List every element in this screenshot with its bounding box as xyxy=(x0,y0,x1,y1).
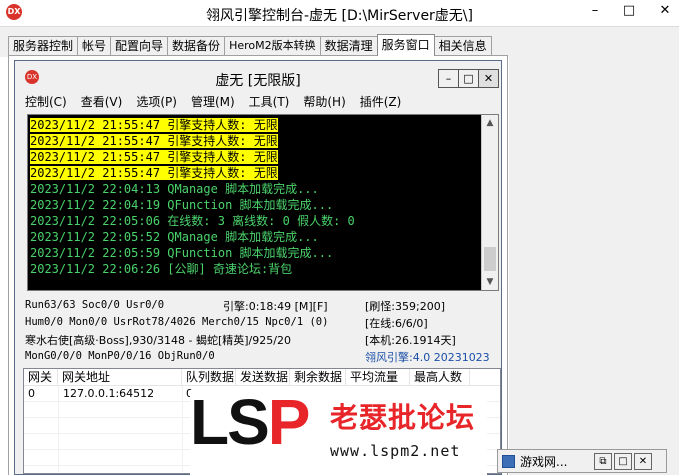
tab-accounts[interactable]: 帐号 xyxy=(77,36,112,56)
log-console[interactable]: 2023/11/2 21:55:47 引擎支持人数: 无限 2023/11/2 2… xyxy=(27,114,499,291)
window-title: 翎风引擎控制台-虚无 [D:\MirServer虚无\] xyxy=(206,8,473,24)
menu-options[interactable]: 选项(P) xyxy=(136,92,177,112)
log-line: 2023/11/2 22:05:52 QManage 脚本加载完成... xyxy=(30,229,482,245)
tab-data-backup[interactable]: 数据备份 xyxy=(167,36,226,56)
watermark-brand-ls: LS xyxy=(190,386,270,458)
cell-gateway-address: 127.0.0.1:64512 xyxy=(63,387,155,400)
cell-gateway: 0 xyxy=(28,387,35,400)
watermark-brand-p: P xyxy=(267,386,311,458)
menu-view[interactable]: 查看(V) xyxy=(81,92,123,112)
scroll-down-icon[interactable]: ▼ xyxy=(482,274,498,290)
status-engine-time: 引擎:0:18:49 [M][F] xyxy=(223,300,328,313)
log-line-text: 2023/11/2 21:55:47 引擎支持人数: 无限 xyxy=(30,166,278,180)
log-line-text: 2023/11/2 21:55:47 引擎支持人数: 无限 xyxy=(30,134,278,148)
tab-related-info[interactable]: 相关信息 xyxy=(433,36,492,56)
menu-plugins[interactable]: 插件(Z) xyxy=(360,92,402,112)
watermark-forum-name: 老瑟批论坛 xyxy=(330,401,476,434)
game-gateway-icon xyxy=(502,455,515,468)
gateway-list-header: 网关 网关地址 队列数据 发送数据 剩余数据 平均流量 最高人数 xyxy=(24,369,500,386)
scroll-up-icon[interactable]: ▲ xyxy=(482,115,498,131)
status-panel: Run63/63 Soc0/0 Usr0/0 引擎:0:18:49 [M][F]… xyxy=(25,297,495,365)
tab-config-wizard[interactable]: 配置向导 xyxy=(110,36,169,56)
log-line: 2023/11/2 22:05:59 QFunction 脚本加载完成... xyxy=(30,245,482,261)
log-line: 2023/11/2 22:05:06 在线数: 3 离线数: 0 假人数: 0 xyxy=(30,213,482,229)
menu-manage[interactable]: 管理(M) xyxy=(191,92,235,112)
log-scrollbar[interactable]: ▲ ▼ xyxy=(481,115,498,290)
minimized-game-gateway-window[interactable]: 游戏网... ⧉ □ ✕ xyxy=(497,449,667,473)
watermark-url: www.lspm2.net xyxy=(330,442,461,460)
status-hum: Hum0/0 Mon0/0 UsrRot78/4026 Merch0/15 Np… xyxy=(25,316,329,328)
log-line: 2023/11/2 22:06:26 [公聊] 奇速论坛:背包 xyxy=(30,261,482,277)
menu-bar: 控制(C) 查看(V) 选项(P) 管理(M) 工具(T) 帮助(H) 插件(Z… xyxy=(15,92,501,112)
col-gateway[interactable]: 网关 xyxy=(24,369,58,386)
close-button[interactable]: ✕ xyxy=(652,1,678,21)
watermark-brand: LSP xyxy=(190,390,310,454)
menu-tools[interactable]: 工具(T) xyxy=(249,92,290,112)
minimized-window-title: 游戏网... xyxy=(520,455,568,469)
tab-server-control[interactable]: 服务器控制 xyxy=(8,36,79,56)
status-refresh: [刷怪:359;200] xyxy=(365,300,445,313)
log-line: 2023/11/2 22:04:19 QFunction 脚本加载完成... xyxy=(30,197,482,213)
status-online: [在线:6/6/0] xyxy=(365,317,428,330)
tab-bar: 服务器控制 帐号 配置向导 数据备份 HeroM2版本转换 数据清理 服务窗口 … xyxy=(0,27,679,57)
log-lines: 2023/11/2 21:55:47 引擎支持人数: 无限 2023/11/2 2… xyxy=(30,117,482,277)
col-queue-data[interactable]: 队列数据 xyxy=(182,369,236,386)
status-version: 翎风引擎:4.0 20231023 xyxy=(365,351,490,364)
server-window-title-bar: DX 虚无 [无限版] – □ ✕ xyxy=(15,61,501,89)
col-max-users[interactable]: 最高人数 xyxy=(410,369,470,386)
status-local: [本机:26.1914天] xyxy=(365,334,456,347)
log-line-text: 2023/11/2 22:04:13 QManage 脚本加载完成... xyxy=(30,182,319,196)
log-line: 2023/11/2 21:55:47 引擎支持人数: 无限 xyxy=(30,133,482,149)
log-line-text: 2023/11/2 21:55:47 引擎支持人数: 无限 xyxy=(30,118,278,132)
log-line: 2023/11/2 22:04:13 QManage 脚本加载完成... xyxy=(30,181,482,197)
log-line: 2023/11/2 21:55:47 引擎支持人数: 无限 xyxy=(30,165,482,181)
log-line: 2023/11/2 21:55:47 引擎支持人数: 无限 xyxy=(30,117,482,133)
status-boss: 寒水右使[高级·Boss],930/3148 - 蝎蛇[精英]/925/20 xyxy=(25,334,291,347)
minimize-button[interactable]: – xyxy=(582,1,608,21)
col-send-data[interactable]: 发送数据 xyxy=(236,369,290,386)
log-line: 2023/11/2 21:55:47 引擎支持人数: 无限 xyxy=(30,149,482,165)
server-window-title: 虚无 [无限版] xyxy=(215,73,301,89)
log-line-text: 2023/11/2 22:05:52 QManage 脚本加载完成... xyxy=(30,230,319,244)
tabs-container: 服务器控制 帐号 配置向导 数据备份 HeroM2版本转换 数据清理 服务窗口 … xyxy=(8,34,492,56)
maximize-button[interactable]: □ xyxy=(616,1,642,21)
tab-service-window[interactable]: 服务窗口 xyxy=(376,34,435,56)
col-average-traffic[interactable]: 平均流量 xyxy=(346,369,410,386)
server-window-minimize-button[interactable]: – xyxy=(438,69,459,88)
log-line-text: 2023/11/2 22:04:19 QFunction 脚本加载完成... xyxy=(30,198,334,212)
tab-data-cleanup[interactable]: 数据清理 xyxy=(319,36,378,56)
minimized-maximize-button[interactable]: □ xyxy=(614,453,632,470)
minimized-close-button[interactable]: ✕ xyxy=(634,453,652,470)
status-mongo: MonG0/0/0 MonP0/0/16 ObjRun0/0 xyxy=(25,350,215,362)
log-line-text: 2023/11/2 22:05:59 QFunction 脚本加载完成... xyxy=(30,246,334,260)
status-run: Run63/63 Soc0/0 Usr0/0 xyxy=(25,299,165,311)
menu-control[interactable]: 控制(C) xyxy=(25,92,67,112)
outer-background xyxy=(509,57,679,475)
server-window-maximize-button[interactable]: □ xyxy=(458,69,479,88)
col-remaining-data[interactable]: 剩余数据 xyxy=(290,369,346,386)
watermark-logo: LSP 老瑟批论坛 www.lspm2.net xyxy=(190,390,487,475)
scroll-thumb[interactable] xyxy=(484,247,496,271)
tab-herom2-convert[interactable]: HeroM2版本转换 xyxy=(224,36,321,56)
server-window-close-button[interactable]: ✕ xyxy=(478,69,499,88)
window-title-bar: DX 翎风引擎控制台-虚无 [D:\MirServer虚无\] – □ ✕ xyxy=(0,0,679,27)
log-line-text: 2023/11/2 22:06:26 [公聊] 奇速论坛:背包 xyxy=(30,262,293,276)
col-gateway-address[interactable]: 网关地址 xyxy=(58,369,182,386)
log-line-text: 2023/11/2 21:55:47 引擎支持人数: 无限 xyxy=(30,150,278,164)
minimized-restore-button[interactable]: ⧉ xyxy=(594,453,612,470)
log-line-text: 2023/11/2 22:05:06 在线数: 3 离线数: 0 假人数: 0 xyxy=(30,214,355,228)
menu-help[interactable]: 帮助(H) xyxy=(303,92,345,112)
